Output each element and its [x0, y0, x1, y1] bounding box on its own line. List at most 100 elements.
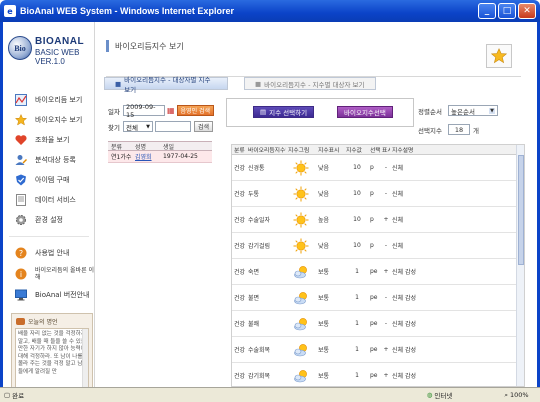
sort-value: 높은순서	[451, 107, 475, 116]
logo-mark: Bio	[8, 36, 32, 60]
sidebar-item-label: 바이오리듬 보기	[35, 96, 83, 104]
grid-header: 분류 바이오리듬지수명 지수그림 지수표시 지수값 선택 표시 지수설명	[232, 145, 524, 155]
date-input[interactable]: 2009-09-15	[122, 103, 165, 119]
cell-value: 10	[353, 216, 361, 223]
scrollbar-thumb[interactable]	[518, 155, 524, 265]
sidebar-item-biorhythm[interactable]: 바이오리듬 보기	[3, 90, 95, 110]
sidebar-item-guide[interactable]: ? 사용법 안내	[3, 243, 95, 263]
cell-index-name: 수술회복	[248, 347, 271, 354]
zoom-level[interactable]: 100%	[510, 391, 540, 399]
user-pencil-icon	[15, 154, 27, 166]
sort-row: 정렬순서 높은순서 ▼	[418, 104, 498, 117]
maximize-button[interactable]: □	[498, 3, 516, 19]
row-birthday: 1977-04-25	[163, 153, 198, 160]
chevron-down-icon: ▼	[146, 123, 150, 130]
select-index-button[interactable]: ▤ 지수 선택하기	[253, 106, 315, 118]
quote-textarea[interactable]: 배울 자리 없는 것을 걱정하지 말고, 배울 때 들을 쓸 수 있을 만한 자…	[15, 328, 89, 394]
cell-category: 건강	[234, 191, 246, 198]
search-date-button[interactable]: 음영인 검색	[176, 105, 215, 116]
tab-by-subject[interactable]: ■ 바이오리듬지수 - 대상자별 지수 보기	[104, 76, 228, 94]
table-row[interactable]: 건강 감기회복 보통 1 pe + 신체 감성	[232, 363, 524, 386]
bioanal-logo[interactable]: Bio BIOANAL BASIC WEB VER.1.0	[8, 34, 94, 66]
selected-index-count[interactable]: 18	[448, 124, 470, 135]
table-row[interactable]: 건강 수술일자 높음 10 p + 신체	[232, 207, 524, 233]
index-grid: 분류 바이오리듬지수명 지수그림 지수표시 지수값 선택 표시 지수설명 건강신…	[231, 144, 525, 387]
chart-line-icon	[15, 94, 27, 106]
grid-body: 건강 신경통 낮음 10 p - 신체 건강 두통 낮음 10 p - 신체 건강 수술일자 높음 10 p + 신체 건…	[232, 155, 524, 386]
cell-description: 신체 감성	[392, 321, 416, 328]
tab-label: 바이오리듬지수 - 대상자별 지수 보기	[124, 75, 211, 94]
globe-icon: ◍	[426, 391, 433, 399]
cell-mark: 보통	[318, 373, 330, 380]
close-button[interactable]: ✕	[518, 3, 536, 19]
tab-by-index[interactable]: ■ 바이오리듬지수 - 지수별 대상자 보기	[244, 77, 376, 90]
header-cell: 생일	[163, 143, 175, 151]
cell-category: 건강	[234, 321, 246, 328]
quote-scrollbar[interactable]	[82, 329, 88, 393]
find-select[interactable]: 전체 ▼	[122, 121, 153, 132]
sidebar-item-bio-index[interactable]: 바이오지수 보기	[3, 110, 95, 130]
favorite-star-button[interactable]	[486, 44, 512, 68]
status-bar: ▢ 완료 ◍ 인터넷 ⌕ 100%	[0, 387, 540, 402]
sidebar-item-purchase[interactable]: 아이템 구매	[3, 170, 95, 190]
cell-mark: 높음	[318, 217, 330, 224]
quote-title: 오늘의 명언	[28, 318, 58, 326]
cell-index-name: 불면	[248, 295, 260, 302]
find-input[interactable]	[154, 121, 191, 132]
speech-bubble-icon	[16, 317, 25, 325]
sidebar-item-settings[interactable]: 환경 설정	[3, 210, 95, 230]
sidebar-item-label: 아이템 구매	[35, 176, 70, 184]
header-cell: 지수값	[346, 148, 362, 154]
table-row[interactable]: 건강 수술회복 보통 1 pe + 신체 감성	[232, 337, 524, 363]
minimize-button[interactable]: _	[478, 3, 496, 19]
calendar-icon[interactable]: ▦	[167, 106, 175, 115]
subject-table-header: 분류 성명 생일	[108, 141, 212, 151]
cell-value: 1	[355, 268, 359, 275]
cell-sign: +	[383, 268, 389, 275]
quote-header: 오늘의 명언	[12, 314, 92, 328]
svg-text:i: i	[20, 270, 22, 279]
sidebar-item-label: 사용법 안내	[35, 249, 70, 257]
table-row[interactable]: 건강 신경통 낮음 10 p - 신체	[232, 155, 524, 181]
date-row: 일자 2009-09-15 ▦ 음영인 검색	[108, 103, 215, 119]
cell-description: 신체 감성	[392, 295, 416, 302]
header-cell: 분류	[234, 148, 245, 154]
find-button[interactable]: 검색	[193, 121, 214, 132]
sun-icon	[286, 207, 316, 232]
cell-description: 신체	[392, 191, 404, 198]
cloud-sun-icon	[286, 337, 316, 362]
grid-scrollbar[interactable]	[516, 145, 524, 386]
sidebar-item-version[interactable]: BioAnal 버전안내	[3, 285, 95, 305]
info-icon: i	[15, 268, 27, 280]
row-name-link[interactable]: 김영희	[132, 151, 160, 162]
table-row[interactable]: 건강 숙면 보통 1 pe + 신체 감성	[232, 259, 524, 285]
sidebar-item-harmony[interactable]: 조화율 보기	[3, 130, 95, 150]
sort-select[interactable]: 높은순서 ▼	[448, 105, 498, 116]
cloud-sun-icon	[286, 311, 316, 336]
zoom-icon: ⌕	[504, 390, 508, 399]
cell-sign: -	[384, 190, 388, 197]
security-zone: 인터넷	[434, 392, 453, 400]
cell-mark: 보통	[318, 321, 330, 328]
sidebar-item-register[interactable]: 분석대상 등록	[3, 150, 95, 170]
table-row[interactable]: 건강 두통 낮음 10 p - 신체	[232, 181, 524, 207]
cell-select: pe	[370, 294, 378, 301]
selected-index-unit: 개	[473, 126, 479, 135]
sun-icon	[286, 233, 316, 258]
question-icon: ?	[15, 247, 27, 259]
sidebar-item-data-service[interactable]: 데이터 서비스	[3, 190, 95, 210]
sidebar-item-understanding[interactable]: i 바이오리듬의 올바른 이해	[3, 263, 95, 285]
cell-value: 1	[355, 372, 359, 379]
header-cell: 성명	[135, 143, 147, 151]
shield-icon	[15, 174, 27, 186]
sidebar-menu: 바이오리듬 보기 바이오지수 보기 조화율 보기 분석대상 등록 아이템 구매	[3, 90, 95, 305]
find-select-value: 전체	[125, 123, 138, 132]
heart-icon	[15, 134, 27, 146]
bio-select-button[interactable]: 바이오지수선택	[337, 106, 393, 118]
table-row[interactable]: 연1가수 김영희 1977-04-25	[108, 151, 212, 163]
cell-select: pe	[370, 320, 378, 327]
table-row[interactable]: 건강 감기걸림 낮음 10 p - 신체	[232, 233, 524, 259]
table-row[interactable]: 건강 불면 보통 1 pe - 신체 감성	[232, 285, 524, 311]
table-row[interactable]: 건강 불쾌 보통 1 pe - 신체 감성	[232, 311, 524, 337]
row-category: 연1가수	[111, 154, 132, 161]
